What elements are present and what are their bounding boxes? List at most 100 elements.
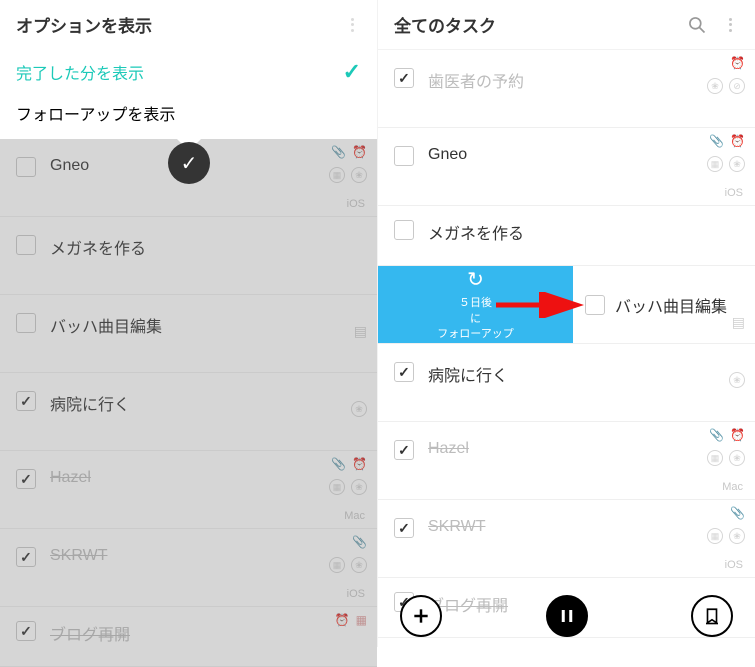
task-checkbox[interactable] bbox=[16, 621, 36, 641]
task-label: 病院に行く bbox=[428, 362, 508, 386]
attachment-icon: 📎 bbox=[709, 428, 724, 442]
task-label: メガネを作る bbox=[428, 220, 524, 244]
task-subtag: Mac bbox=[344, 510, 365, 522]
task-label: バッハ曲目編集 bbox=[50, 313, 162, 337]
list-header: 全てのタスク bbox=[378, 0, 755, 50]
task-checkbox[interactable] bbox=[394, 518, 414, 538]
status-circle: ❀ bbox=[351, 401, 367, 417]
attachment-icon: 📎 bbox=[331, 457, 346, 471]
status-circle: ⊘ bbox=[729, 78, 745, 94]
status-circle: ▦ bbox=[329, 557, 345, 573]
task-subtag: iOS bbox=[725, 187, 743, 199]
status-circle: ❀ bbox=[729, 528, 745, 544]
task-checkbox[interactable] bbox=[16, 547, 36, 567]
task-list-right: 歯医者の予約 ⏰ ❀ ⊘ Gneo 📎 ⏰ ▦ ❀ iOS メガネを作る ↻ ５日後 … bbox=[378, 50, 755, 638]
task-row[interactable]: Hazel 📎 ⏰ ▦ ❀ Mac bbox=[0, 451, 377, 529]
task-row[interactable]: バッハ曲目編集 ▤ bbox=[0, 295, 377, 373]
task-row[interactable]: SKRWT 📎 ▦❀ iOS bbox=[378, 500, 755, 578]
status-circle: ▦ bbox=[329, 167, 345, 183]
option-show-followup[interactable]: フォローアップを表示 bbox=[0, 93, 377, 133]
status-circle: ▦ bbox=[707, 528, 723, 544]
status-circle: ▦ bbox=[707, 156, 723, 172]
alarm-icon: ⏰ bbox=[730, 134, 745, 148]
followup-line: フォローアップ bbox=[437, 327, 514, 342]
task-label: Gneo bbox=[428, 146, 467, 164]
alarm-icon: ⏰ bbox=[352, 145, 367, 159]
more-icon[interactable] bbox=[343, 16, 361, 34]
note-icon: ▤ bbox=[732, 314, 745, 331]
task-row-swiped[interactable]: ↻ ５日後 に フォローアップ バッハ曲目編集 ▤ bbox=[378, 266, 755, 344]
task-checkbox[interactable] bbox=[16, 313, 36, 333]
task-checkbox[interactable] bbox=[394, 146, 414, 166]
task-label: Hazel bbox=[428, 440, 469, 458]
task-label: Gneo bbox=[50, 157, 89, 175]
task-row[interactable]: Gneo 📎⏰ ▦❀ iOS bbox=[378, 128, 755, 206]
check-icon: ✓ bbox=[343, 59, 361, 85]
task-subtag: iOS bbox=[347, 588, 365, 600]
search-icon[interactable] bbox=[687, 15, 707, 35]
task-label: 歯医者の予約 bbox=[428, 68, 524, 92]
refresh-icon: ↻ bbox=[467, 266, 484, 294]
status-circle: ❀ bbox=[351, 557, 367, 573]
task-subtag: iOS bbox=[347, 198, 365, 210]
task-checkbox[interactable] bbox=[16, 157, 36, 177]
task-row[interactable]: 病院に行く ❀ bbox=[0, 373, 377, 451]
task-checkbox[interactable] bbox=[585, 295, 605, 315]
task-row[interactable]: メガネを作る bbox=[378, 206, 755, 266]
alarm-icon: ⏰ bbox=[335, 613, 350, 627]
bookmark-button[interactable] bbox=[691, 595, 733, 637]
options-title: オプションを表示 bbox=[16, 12, 152, 37]
page-title: 全てのタスク bbox=[394, 12, 673, 37]
status-circle: ❀ bbox=[729, 372, 745, 388]
attachment-icon: 📎 bbox=[331, 145, 346, 159]
task-label: Hazel bbox=[50, 469, 91, 487]
task-label: ブログ再開 bbox=[50, 621, 130, 645]
confirm-check-badge: ✓ bbox=[168, 142, 210, 184]
status-circle: ❀ bbox=[351, 167, 367, 183]
status-circle: ▦ bbox=[329, 479, 345, 495]
task-badges: 📎 ⏰ bbox=[331, 145, 367, 159]
fab-bar bbox=[378, 595, 755, 637]
swipe-arrow bbox=[496, 292, 586, 318]
task-checkbox[interactable] bbox=[394, 362, 414, 382]
options-sheet: オプションを表示 完了した分を表示 ✓ フォローアップを表示 bbox=[0, 0, 377, 139]
note-icon: ▤ bbox=[354, 323, 367, 340]
task-list-left: Gneo 📎 ⏰ ▦ ❀ iOS メガネを作る バッハ曲目編集 ▤ 病院に行く ❀… bbox=[0, 139, 377, 667]
task-checkbox[interactable] bbox=[394, 220, 414, 240]
add-button[interactable] bbox=[400, 595, 442, 637]
alarm-icon: ⏰ bbox=[730, 56, 745, 70]
task-row[interactable]: Hazel 📎 ⏰ ▦ ❀ Mac bbox=[378, 422, 755, 500]
task-label: SKRWT bbox=[50, 547, 107, 565]
status-circle: ❀ bbox=[351, 479, 367, 495]
alarm-icon: ⏰ bbox=[730, 428, 745, 442]
task-checkbox[interactable] bbox=[16, 235, 36, 255]
task-checkbox[interactable] bbox=[394, 440, 414, 460]
task-label: 病院に行く bbox=[50, 391, 130, 415]
status-circle: ▦ bbox=[707, 450, 723, 466]
attachment-icon: 📎 bbox=[352, 535, 367, 549]
option-label: 完了した分を表示 bbox=[16, 60, 144, 84]
calendar-icon: ▦ bbox=[356, 613, 367, 627]
option-show-completed[interactable]: 完了した分を表示 ✓ bbox=[0, 51, 377, 93]
alarm-icon: ⏰ bbox=[352, 457, 367, 471]
task-content[interactable]: バッハ曲目編集 bbox=[573, 266, 755, 343]
followup-line: に bbox=[470, 312, 481, 327]
task-subtag: Mac bbox=[722, 481, 743, 493]
pause-button[interactable] bbox=[546, 595, 588, 637]
task-checkbox[interactable] bbox=[16, 469, 36, 489]
task-label: SKRWT bbox=[428, 518, 485, 536]
task-row[interactable]: メガネを作る bbox=[0, 217, 377, 295]
task-row[interactable]: 歯医者の予約 ⏰ ❀ ⊘ bbox=[378, 50, 755, 128]
task-row[interactable]: SKRWT 📎 ▦ ❀ iOS bbox=[0, 529, 377, 607]
status-circle: ❀ bbox=[729, 450, 745, 466]
task-subtag: iOS bbox=[725, 559, 743, 571]
task-checkbox[interactable] bbox=[16, 391, 36, 411]
task-checkbox[interactable] bbox=[394, 68, 414, 88]
followup-line: ５日後 bbox=[459, 296, 492, 311]
attachment-icon: 📎 bbox=[709, 134, 724, 148]
more-icon[interactable] bbox=[721, 16, 739, 34]
status-circle: ❀ bbox=[707, 78, 723, 94]
task-label: メガネを作る bbox=[50, 235, 146, 259]
task-row[interactable]: 病院に行く ❀ bbox=[378, 344, 755, 422]
task-row[interactable]: ブログ再開 ⏰ ▦ bbox=[0, 607, 377, 667]
